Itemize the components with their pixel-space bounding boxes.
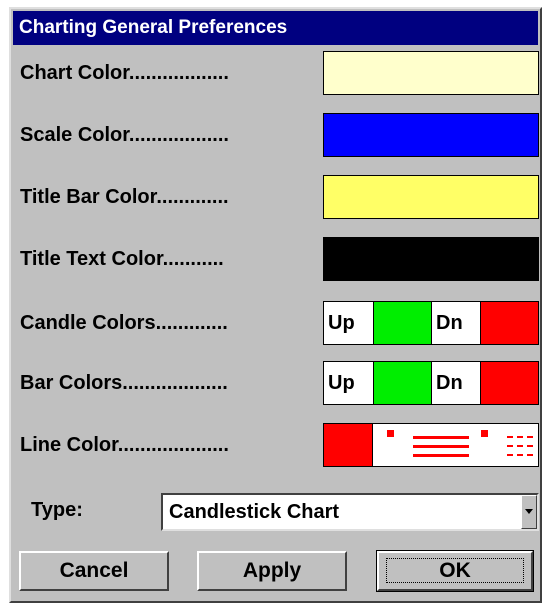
line-color-swatch[interactable] — [323, 423, 539, 467]
scale-color-swatch[interactable] — [323, 113, 539, 157]
title-text-color-swatch[interactable] — [323, 237, 539, 281]
row-title-bar-color: Title Bar Color............. — [11, 173, 540, 221]
preferences-dialog: Charting General Preferences Chart Color… — [9, 7, 542, 603]
bar-down-label: Dn — [431, 362, 481, 404]
candle-up-label: Up — [324, 302, 374, 344]
line-color-fill[interactable] — [324, 424, 373, 466]
line-style-preview — [373, 424, 538, 466]
bar-colors-label: Bar Colors................... — [20, 372, 228, 394]
bar-up-label: Up — [324, 362, 374, 404]
candle-up-color[interactable] — [373, 302, 431, 344]
candle-down-label: Dn — [431, 302, 481, 344]
chevron-down-icon — [525, 509, 533, 514]
bar-colors-swatch[interactable]: Up Dn — [323, 361, 539, 405]
apply-button[interactable]: Apply — [197, 551, 347, 591]
ok-button-label: OK — [386, 558, 524, 583]
row-title-text-color: Title Text Color........... — [11, 235, 540, 283]
dropdown-button[interactable] — [521, 495, 537, 529]
bar-up-color[interactable] — [373, 362, 431, 404]
ok-button[interactable]: OK — [376, 550, 534, 592]
row-bar-colors: Bar Colors................... Up Dn — [11, 359, 540, 407]
row-candle-colors: Candle Colors............. Up Dn — [11, 299, 540, 347]
title-text-color-label: Title Text Color........... — [20, 248, 224, 270]
dialog-title: Charting General Preferences — [13, 11, 538, 45]
line-color-label: Line Color.................... — [20, 434, 229, 456]
title-bar-color-label: Title Bar Color............. — [20, 186, 229, 208]
candle-colors-swatch[interactable]: Up Dn — [323, 301, 539, 345]
cancel-button[interactable]: Cancel — [19, 551, 169, 591]
row-scale-color: Scale Color.................. — [11, 111, 540, 159]
type-label: Type: — [31, 499, 83, 521]
row-chart-color: Chart Color.................. — [11, 49, 540, 97]
candle-down-color[interactable] — [480, 302, 539, 344]
row-chart-type: Type: Candlestick Chart — [11, 489, 540, 537]
chart-color-label: Chart Color.................. — [20, 62, 229, 84]
bar-down-color[interactable] — [480, 362, 539, 404]
scale-color-label: Scale Color.................. — [20, 124, 229, 146]
candle-colors-label: Candle Colors............. — [20, 312, 228, 334]
title-bar-color-swatch[interactable] — [323, 175, 539, 219]
chart-type-select[interactable]: Candlestick Chart — [161, 493, 539, 531]
row-line-color: Line Color.................... — [11, 421, 540, 469]
line-style-icon — [387, 430, 533, 457]
chart-color-swatch[interactable] — [323, 51, 539, 95]
chart-type-value: Candlestick Chart — [169, 501, 340, 523]
